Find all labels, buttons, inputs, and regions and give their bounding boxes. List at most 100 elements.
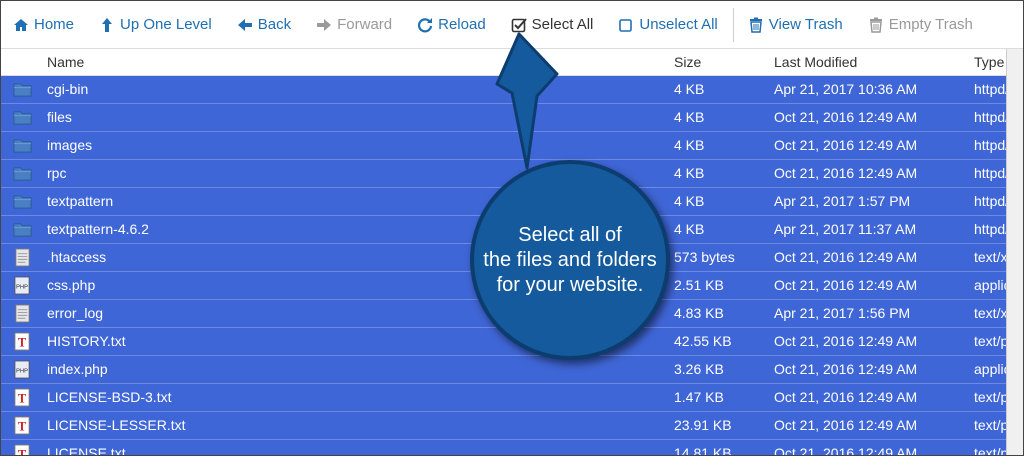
arrow-up-icon [99,17,115,33]
file-modified: Oct 21, 2016 12:49 AM [774,333,918,349]
svg-text:T: T [18,419,27,433]
file-row[interactable]: cgi-bin4 KBApr 21, 2017 10:36 AMhttpd/un… [1,76,1023,104]
reload-icon [417,17,433,33]
svg-text:T: T [18,447,27,456]
file-modified: Oct 21, 2016 12:49 AM [774,277,918,293]
toolbar: Home Up One Level Back Forward Reload Select … [1,1,1023,49]
file-size: 2.51 KB [674,277,724,293]
file-size: 3.26 KB [674,361,724,377]
view-trash-label: View Trash [768,16,843,33]
file-icon [13,304,32,323]
file-name[interactable]: index.php [47,361,108,377]
file-row[interactable]: images4 KBOct 21, 2016 12:49 AMhttpd/uni… [1,132,1023,160]
file-name[interactable]: HISTORY.txt [47,333,126,349]
file-size: 573 bytes [674,249,735,265]
folder-icon [13,108,32,127]
folder-icon [13,80,32,99]
file-name[interactable]: rpc [47,165,66,181]
select-all-label: Select All [531,16,594,33]
forward-button: Forward [304,1,405,48]
text-file-icon: T [13,332,32,351]
folder-icon [13,192,32,211]
file-modified: Oct 21, 2016 12:49 AM [774,165,918,181]
file-size: 4 KB [674,193,705,209]
checked-box-icon [511,17,527,33]
file-size: 4.83 KB [674,305,724,321]
home-button[interactable]: Home [1,1,87,48]
column-name[interactable]: Name [47,54,84,70]
file-size: 4 KB [674,137,705,153]
svg-text:PHP: PHP [16,368,28,374]
view-trash-button[interactable]: View Trash [736,1,856,48]
file-size: 4 KB [674,221,705,237]
file-modified: Oct 21, 2016 12:49 AM [774,361,918,377]
arrow-left-icon [237,17,253,33]
file-row[interactable]: T LICENSE-LESSER.txt 23.91 KB Oct 21, 2016 … [1,412,1023,440]
up-one-level-button[interactable]: Up One Level [87,1,225,48]
svg-text:T: T [18,335,27,349]
callout-line-2: the files and folders [483,248,657,271]
reload-button[interactable]: Reload [405,1,499,48]
file-size: 23.91 KB [674,417,732,433]
column-header: Name Size Last Modified Type [1,49,1023,76]
arrow-right-icon [316,17,332,33]
file-row[interactable]: T LICENSE-BSD-3.txt 1.47 KB Oct 21, 2016 12… [1,384,1023,412]
file-name[interactable]: images [47,137,92,153]
file-row[interactable]: T LICENSE.txt 14.81 KB Oct 21, 2016 12:49 A… [1,440,1023,456]
file-size: 4 KB [674,109,705,125]
select-all-button[interactable]: Select All [499,1,607,48]
empty-trash-button: Empty Trash [856,1,986,48]
file-modified: Apr 21, 2017 10:36 AM [774,81,918,97]
file-modified: Apr 21, 2017 11:37 AM [774,221,917,237]
svg-text:PHP: PHP [16,284,28,290]
unselect-all-button[interactable]: Unselect All [606,1,730,48]
file-modified: Oct 21, 2016 12:49 AM [774,389,918,405]
file-row[interactable]: PHP index.php 3.26 KB Oct 21, 2016 12:49 AM… [1,356,1023,384]
column-last-modified[interactable]: Last Modified [774,54,857,70]
file-modified: Apr 21, 2017 1:56 PM [774,305,911,321]
home-label: Home [34,16,75,33]
file-name[interactable]: textpattern-4.6.2 [47,221,149,237]
text-file-icon: T [13,416,32,435]
file-name[interactable]: css.php [47,277,95,293]
svg-text:T: T [18,391,27,405]
forward-label: Forward [337,16,393,33]
home-icon [13,17,29,33]
file-modified: Oct 21, 2016 12:49 AM [774,137,918,153]
folder-icon [13,220,32,239]
column-size[interactable]: Size [674,54,701,70]
file-name[interactable]: error_log [47,305,103,321]
file-modified: Oct 21, 2016 12:49 AM [774,445,918,456]
empty-box-icon [618,17,634,33]
file-name[interactable]: cgi-bin [47,81,88,97]
reload-label: Reload [438,16,486,33]
folder-icon [13,136,32,155]
file-row[interactable]: files4 KBOct 21, 2016 12:49 AMhttpd/unix… [1,104,1023,132]
file-name[interactable]: textpattern [47,193,113,209]
php-file-icon: PHP [13,276,32,295]
file-size: 4 KB [674,81,705,97]
file-size: 4 KB [674,165,705,181]
file-size: 14.81 KB [674,445,732,456]
scrollbar[interactable] [1006,49,1023,455]
file-modified: Oct 21, 2016 12:49 AM [774,249,918,265]
file-name[interactable]: LICENSE.txt [47,445,126,455]
file-name[interactable]: LICENSE-BSD-3.txt [47,389,171,405]
file-name[interactable]: .htaccess [47,249,106,265]
toolbar-separator [732,7,734,42]
callout-line-3: for your website. [496,273,644,296]
file-modified: Apr 21, 2017 1:57 PM [774,193,911,209]
back-button[interactable]: Back [225,1,304,48]
trash-icon [748,17,764,33]
file-name[interactable]: files [47,109,72,125]
text-file-icon: T [13,388,32,407]
column-type[interactable]: Type [974,54,1004,70]
up-one-level-label: Up One Level [120,16,212,33]
trash-icon [868,17,884,33]
file-name[interactable]: LICENSE-LESSER.txt [47,417,186,433]
file-size: 42.55 KB [674,333,732,349]
file-modified: Oct 21, 2016 12:49 AM [774,109,918,125]
php-file-icon: PHP [13,360,32,379]
file-size: 1.47 KB [674,389,724,405]
callout-line-1: Select all of [518,223,622,246]
